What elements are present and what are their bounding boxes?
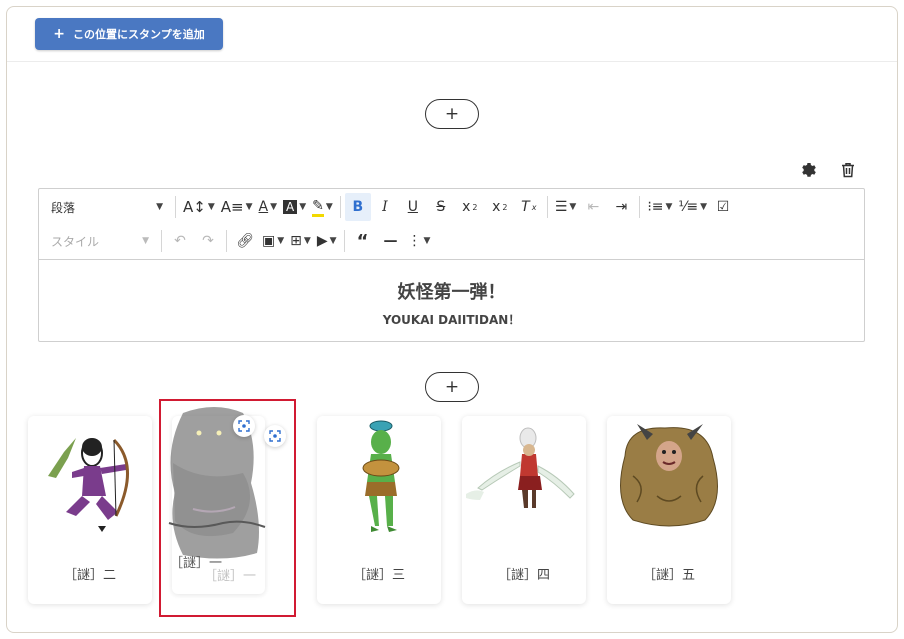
samurai-youkai-image [466, 427, 575, 508]
drag-highlight-box [159, 399, 296, 617]
bulleted-list-button[interactable]: ⁝≡ ▼ [644, 193, 675, 221]
chevron-down-icon: ▼ [325, 202, 333, 212]
redo-icon[interactable]: ↷ [194, 227, 222, 255]
remove-format-icon[interactable]: Tx [515, 193, 543, 221]
chevron-down-icon: ▼ [277, 236, 285, 246]
table-button[interactable]: ⊞ ▼ [287, 227, 314, 255]
stamp-card[interactable]: ［謎］四 [462, 416, 586, 604]
chevron-down-icon: ▼ [156, 202, 163, 212]
underline-button[interactable]: U [399, 193, 427, 221]
paragraph-select[interactable]: 段落 ▼ [39, 199, 171, 216]
editor-content[interactable]: 妖怪第一弾！ YOUKAI DAIITIDAN！ [39, 261, 864, 328]
table-icon: ⊞ [290, 233, 302, 249]
toolbar-divider [339, 196, 341, 218]
italic-button[interactable]: I [371, 193, 399, 221]
toolbar-divider [343, 230, 345, 252]
background-color-button[interactable]: A ▼ [280, 193, 309, 221]
chevron-down-icon: ▼ [700, 202, 708, 212]
toolbar-divider [226, 230, 227, 252]
bulleted-list-icon: ⁝≡ [647, 199, 664, 215]
plus-icon: + [53, 26, 66, 42]
green-goblin-youkai-image [362, 420, 400, 532]
rich-text-editor: 段落 ▼ A↕ ▼ A≡ ▼ A ▼ A ▼ ✎ ▼ B I U S x2 x2 Tx ☰… [38, 188, 865, 342]
chevron-down-icon: ▼ [329, 236, 337, 246]
chevron-down-icon: ▼ [207, 202, 215, 212]
more-vertical-icon: ⋮ [407, 233, 422, 249]
chevron-down-icon: ▼ [665, 202, 673, 212]
toolbar-divider [546, 196, 548, 218]
chevron-down-icon: ▼ [142, 236, 149, 246]
subscript-icon[interactable]: x2 [455, 193, 485, 221]
add-block-button-bottom[interactable]: + [425, 372, 479, 402]
strikethrough-button[interactable]: S [427, 193, 455, 221]
highlighter-icon: ✎ [312, 198, 324, 217]
add-block-button-top[interactable]: + [425, 99, 479, 129]
stamp-card-label: ［謎］四 [497, 568, 550, 583]
chevron-down-icon: ▼ [299, 202, 307, 212]
furry-youkai-image [620, 424, 718, 527]
outdent-icon[interactable]: ⇤ [579, 193, 607, 221]
stamp-card[interactable]: ［謎］二 [28, 416, 152, 604]
font-family-icon: A≡ [220, 198, 244, 216]
header-divider [7, 61, 897, 62]
chevron-down-icon: ▼ [303, 236, 311, 246]
add-stamp-label: この位置にスタンプを追加 [73, 28, 205, 41]
blockquote-icon[interactable]: “ [349, 227, 377, 255]
toolbar-divider [175, 196, 176, 218]
font-family-button[interactable]: A≡ ▼ [218, 193, 256, 221]
image-button[interactable]: ▣ ▼ [259, 227, 287, 255]
archer-youkai-image [48, 438, 129, 532]
background-color-icon: A [283, 200, 298, 214]
stamp-card[interactable]: ［謎］三 [317, 416, 441, 604]
stamp-card-label: ［謎］二 [63, 568, 116, 583]
paragraph-select-value: 段落 [51, 200, 76, 215]
numbered-list-icon: ⅟≡ [678, 199, 699, 215]
superscript-icon[interactable]: x2 [485, 193, 515, 221]
media-icon: ▶ [316, 233, 328, 249]
editor-toolbar: 段落 ▼ A↕ ▼ A≡ ▼ A ▼ A ▼ ✎ ▼ B I U S x2 x2 Tx ☰… [39, 189, 864, 260]
numbered-list-button[interactable]: ⅟≡ ▼ [675, 193, 710, 221]
font-size-icon: A↕ [183, 198, 206, 216]
more-button[interactable]: ⋮ ▼ [405, 227, 434, 255]
undo-icon[interactable]: ↶ [166, 227, 194, 255]
image-icon: ▣ [262, 233, 276, 249]
todo-list-icon[interactable]: ☑ [710, 193, 736, 221]
toolbar-divider [161, 230, 162, 252]
stamp-card[interactable]: ［謎］五 [607, 416, 731, 604]
gear-icon[interactable] [798, 160, 818, 180]
style-select[interactable]: スタイル ▼ [39, 233, 157, 250]
chevron-down-icon: ▼ [423, 236, 431, 246]
chevron-down-icon: ▼ [245, 202, 253, 212]
trash-icon[interactable] [838, 160, 858, 180]
media-button[interactable]: ▶ ▼ [314, 227, 340, 255]
chevron-down-icon: ▼ [270, 202, 278, 212]
horizontal-line-icon[interactable]: — [377, 227, 405, 255]
indent-icon[interactable]: ⇥ [607, 193, 635, 221]
style-select-value: スタイル [51, 234, 100, 249]
bold-button[interactable]: B [344, 193, 371, 221]
content-heading: 妖怪第一弾！ [397, 282, 506, 303]
content-subheading: YOUKAI DAIITIDAN！ [382, 313, 521, 327]
font-size-button[interactable]: A↕ ▼ [180, 193, 218, 221]
font-color-icon: A [258, 199, 269, 215]
align-center-icon: ☰ [554, 199, 568, 215]
alignment-button[interactable]: ☰ ▼ [552, 193, 579, 221]
stamp-card-label: ［謎］三 [352, 568, 405, 583]
chevron-down-icon: ▼ [569, 202, 577, 212]
stamp-card-label: ［謎］五 [642, 568, 695, 583]
link-icon[interactable]: 🔗︎ [231, 227, 259, 255]
highlight-button[interactable]: ✎ ▼ [309, 193, 336, 221]
font-color-button[interactable]: A ▼ [256, 193, 281, 221]
toolbar-divider [639, 196, 641, 218]
add-stamp-button[interactable]: + この位置にスタンプを追加 [35, 18, 223, 50]
